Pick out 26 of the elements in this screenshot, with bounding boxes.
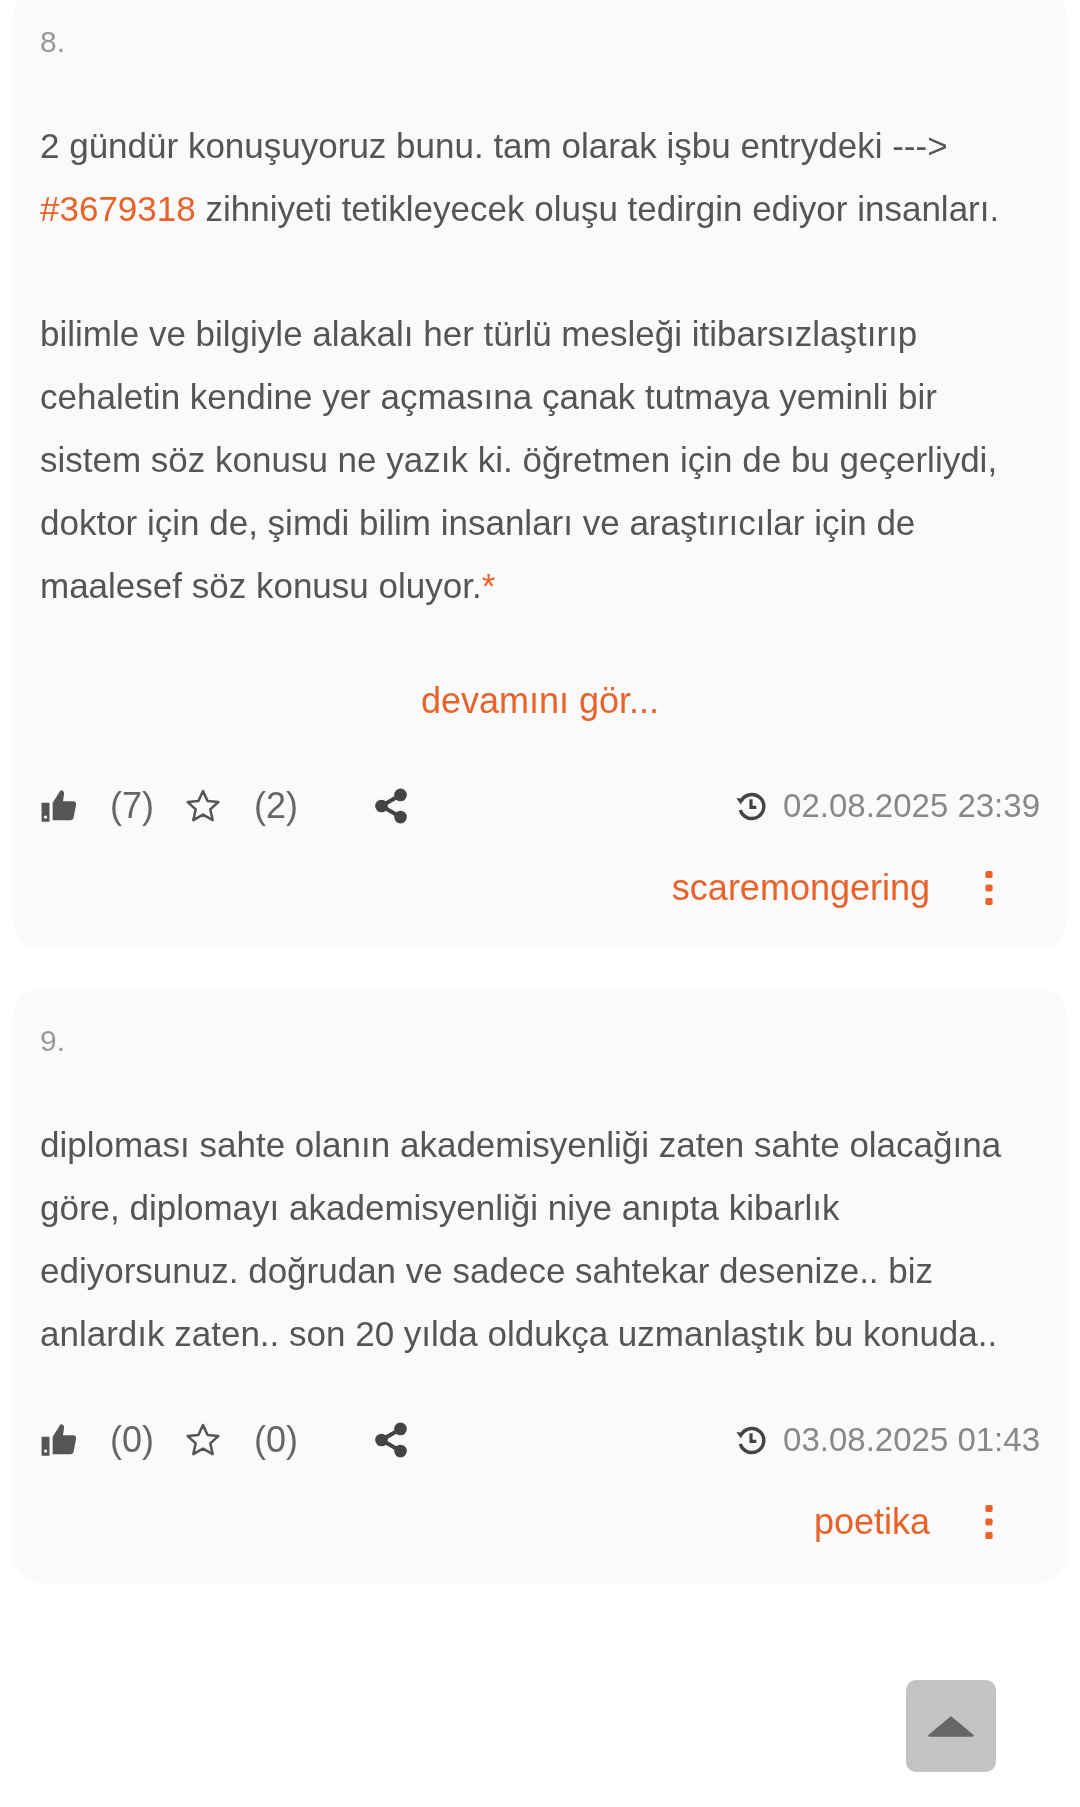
thumbs-up-icon[interactable] xyxy=(40,787,78,825)
caret-icon xyxy=(927,1714,975,1738)
more-options-icon[interactable] xyxy=(984,870,994,906)
author-link[interactable]: scaremongering xyxy=(671,867,930,909)
like-count: (7) xyxy=(110,785,154,827)
favorite-count: (2) xyxy=(254,785,298,827)
entry-paragraph: bilimle ve bilgiyle alakalı her türlü mesleği itibarsızlaştırıp cehaletin kendine yer açmasına çanak tutmaya yeminli bir sistem söz konusu ne yazık ki. öğretmen için de bu geçerliydi, doktor için de, şimdi bilim insanları ve araştırıcılar için de maalesef söz konusu oluyor.* xyxy=(40,313,999,607)
history-icon xyxy=(735,1424,768,1456)
entry-paragraph: 2 gündür konuşuyoruz bunu. tam olarak işbu entrydeki ---> #3679318 zihniyeti tetikleyecek oluşu tedirgin ediyor insanları. xyxy=(40,125,1001,230)
entry-number: 9. xyxy=(40,1023,67,1059)
entry-link[interactable]: * xyxy=(481,566,496,605)
entry-paragraph: diploması sahte olanın akademisyenliği zaten sahte olacağına göre, diplomayı akademisyenliği niye anıpta kibarlık ediyorsunuz. doğrudan ve sadece sahtekar desenize.. biz anlardık zaten.. son 20 yılda oldukça uzmanlaştık bu konuda.. xyxy=(40,1124,1003,1355)
favorite-count: (0) xyxy=(254,1419,298,1461)
history-icon xyxy=(735,790,768,822)
share-icon[interactable] xyxy=(372,787,410,825)
scroll-to-top-button[interactable] xyxy=(906,1680,996,1772)
entry-link[interactable]: #3679318 xyxy=(40,189,196,228)
more-options-icon[interactable] xyxy=(984,1504,994,1540)
read-more-link[interactable]: devamını gör... xyxy=(420,671,660,731)
thumbs-up-icon[interactable] xyxy=(40,1421,78,1459)
entry-number: 8. xyxy=(40,24,67,60)
like-count: (0) xyxy=(110,1419,154,1461)
share-icon[interactable] xyxy=(372,1421,410,1459)
entry-date: 03.08.2025 01:43 xyxy=(783,1421,1040,1459)
entry-date: 02.08.2025 23:39 xyxy=(783,787,1040,825)
author-link[interactable]: poetika xyxy=(813,1501,930,1543)
